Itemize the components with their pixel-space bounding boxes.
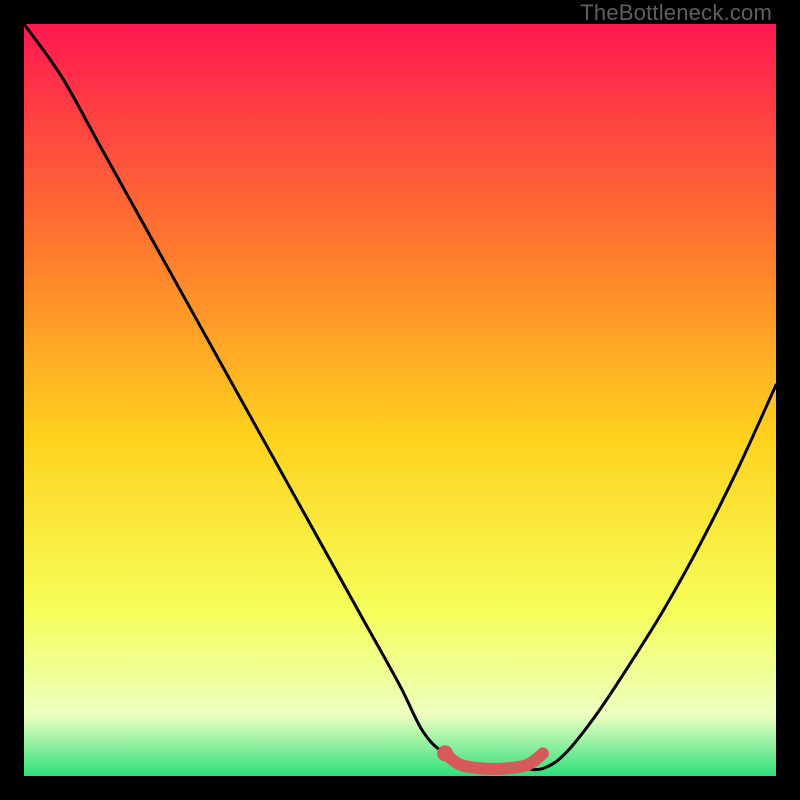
optimal-band [445, 753, 543, 769]
chart-svg [24, 24, 776, 776]
optimal-point [437, 745, 453, 761]
chart-frame: TheBottleneck.com [0, 0, 800, 800]
plot-area [24, 24, 776, 776]
watermark: TheBottleneck.com [580, 0, 772, 26]
bottleneck-curve [24, 24, 776, 770]
